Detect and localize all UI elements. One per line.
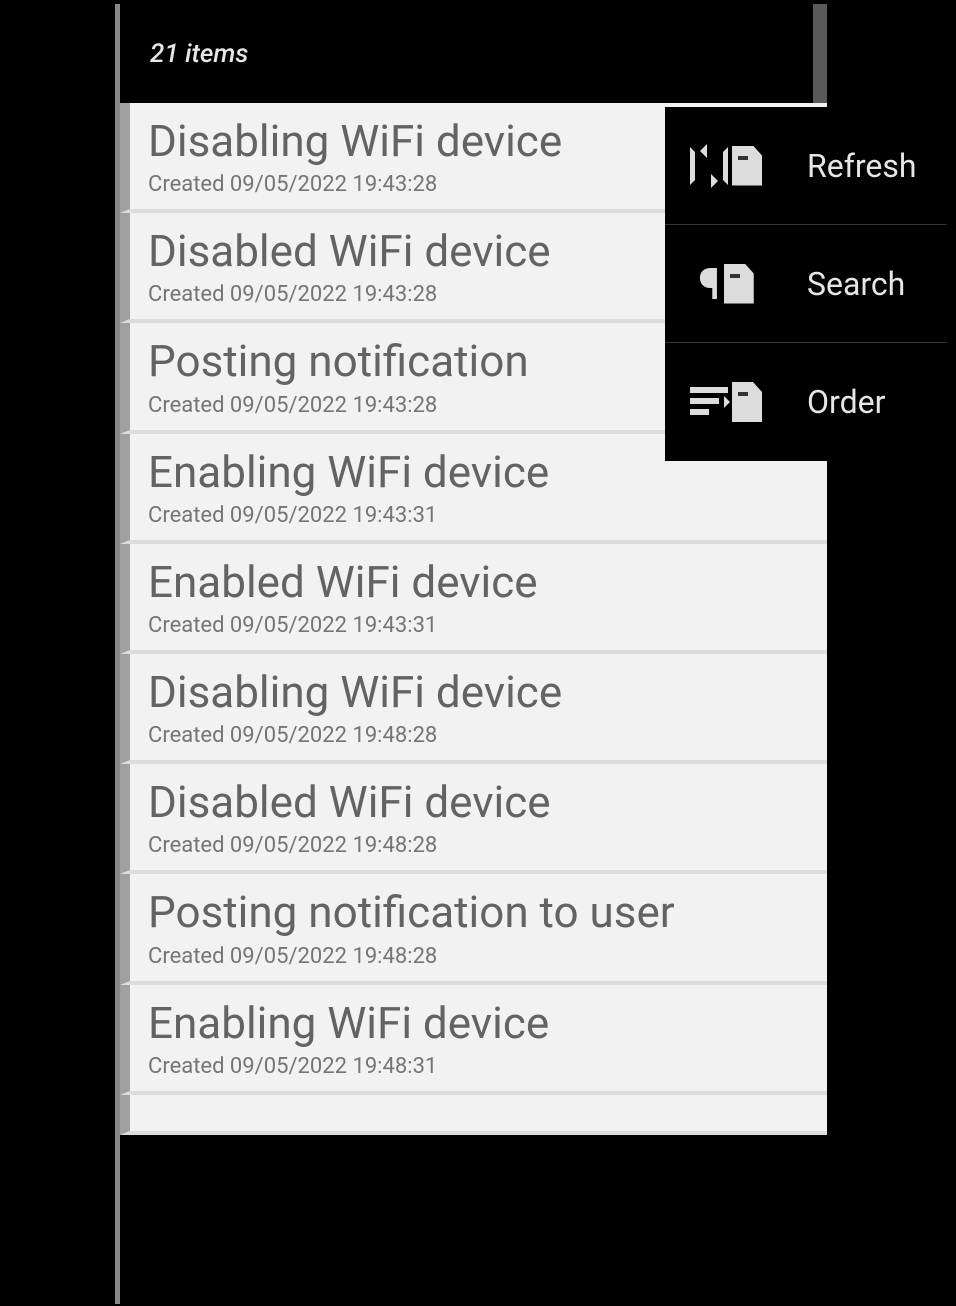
list-item[interactable]: Enabling WiFi device Created 09/05/2022 … bbox=[120, 985, 827, 1095]
menu-label: Refresh bbox=[807, 147, 916, 185]
header: 21 items bbox=[120, 4, 827, 103]
item-title: Posting notification to user bbox=[148, 884, 809, 941]
menu-item-search[interactable]: ¶ Search bbox=[665, 225, 947, 343]
item-title: Enabled WiFi device bbox=[148, 554, 809, 611]
order-icon bbox=[685, 382, 767, 422]
scrollbar[interactable] bbox=[813, 4, 827, 103]
refresh-icon bbox=[685, 146, 767, 186]
item-title: Disabling WiFi device bbox=[148, 664, 809, 721]
list-item[interactable]: Disabled WiFi device Created 09/05/2022 … bbox=[120, 764, 827, 874]
menu-label: Order bbox=[807, 383, 885, 421]
list-item[interactable]: Disabling WiFi device Created 09/05/2022… bbox=[120, 654, 827, 764]
item-title: Disabled WiFi device bbox=[148, 774, 809, 831]
list-item[interactable] bbox=[120, 1095, 827, 1135]
item-count: 21 items bbox=[150, 39, 248, 69]
list-item[interactable]: Posting notification to user Created 09/… bbox=[120, 874, 827, 984]
item-subtitle: Created 09/05/2022 19:48:28 bbox=[148, 833, 809, 858]
overflow-menu: Refresh ¶ Search Order bbox=[665, 107, 947, 461]
list-item[interactable]: Enabled WiFi device Created 09/05/2022 1… bbox=[120, 544, 827, 654]
menu-item-order[interactable]: Order bbox=[665, 343, 947, 461]
menu-label: Search bbox=[807, 265, 905, 303]
search-icon: ¶ bbox=[685, 262, 767, 306]
item-subtitle: Created 09/05/2022 19:48:28 bbox=[148, 944, 809, 969]
item-subtitle: Created 09/05/2022 19:43:31 bbox=[148, 503, 809, 528]
item-subtitle: Created 09/05/2022 19:43:31 bbox=[148, 613, 809, 638]
app-frame: 21 items Disabling WiFi device Created 0… bbox=[115, 4, 827, 1304]
item-subtitle: Created 09/05/2022 19:48:31 bbox=[148, 1054, 809, 1079]
item-subtitle: Created 09/05/2022 19:48:28 bbox=[148, 723, 809, 748]
item-title: Enabling WiFi device bbox=[148, 995, 809, 1052]
menu-item-refresh[interactable]: Refresh bbox=[665, 107, 947, 225]
